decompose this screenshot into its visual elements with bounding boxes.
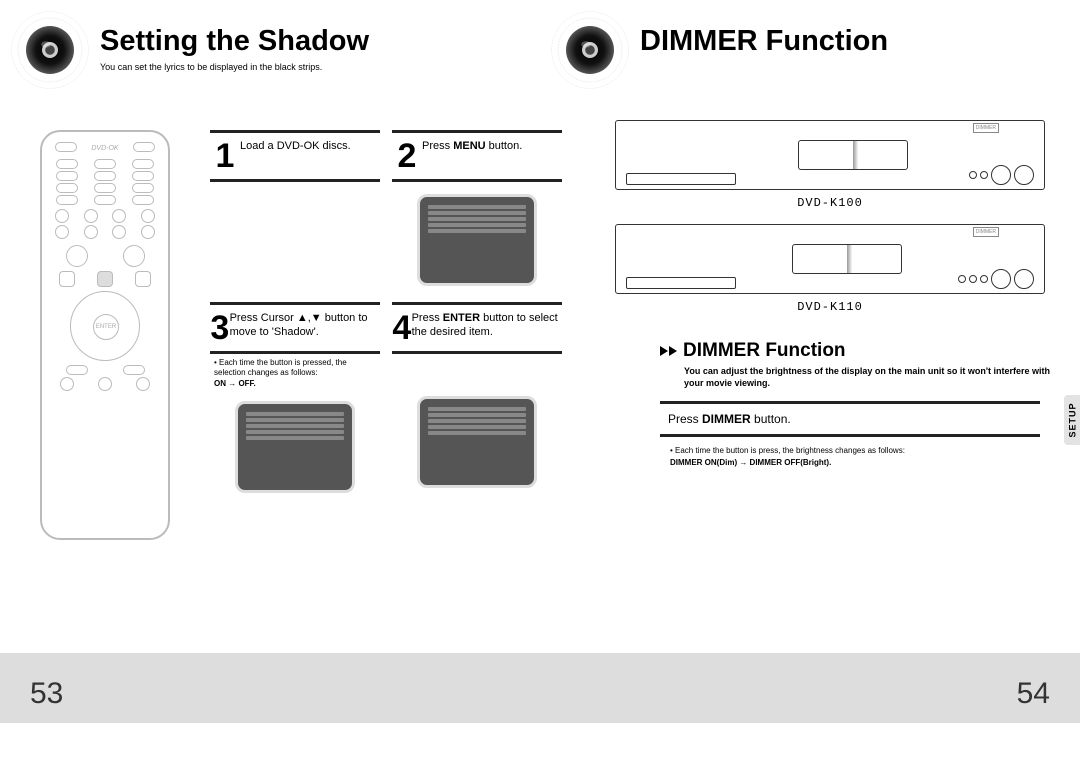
step-2: 2 Press MENU button. bbox=[392, 130, 562, 292]
right-body: DIMMER DVD-K100 DIMMER DVD-K110 DIMMER F… bbox=[540, 100, 1080, 640]
instruction-box: Press DIMMER button. bbox=[660, 401, 1040, 437]
page-right: DIMMER Function DIMMER DVD-K100 DIMMER D… bbox=[540, 0, 1080, 763]
section-title: DIMMER Function bbox=[683, 340, 846, 362]
side-tab: SETUP bbox=[1064, 395, 1080, 445]
step-number: 3 bbox=[210, 309, 230, 345]
page-number-left: 53 bbox=[30, 677, 63, 711]
step-3: 3 Press Cursor ▲,▼ button to move to 'Sh… bbox=[210, 302, 380, 499]
steps-grid: 1 Load a DVD-OK discs. 2 Press MENU butt… bbox=[210, 100, 540, 499]
model-label-k110: DVD-K110 bbox=[600, 300, 1060, 314]
page-number-right: 54 bbox=[1017, 677, 1050, 711]
player-k110: DIMMER bbox=[615, 224, 1045, 294]
step-4: 4 Press ENTER button to select the desir… bbox=[392, 302, 562, 499]
page-subtitle-left: You can set the lyrics to be displayed i… bbox=[100, 62, 540, 72]
dimmer-button-label: DIMMER bbox=[973, 227, 999, 237]
step-number: 4 bbox=[392, 309, 412, 345]
speaker-icon bbox=[550, 10, 630, 90]
player-k100: DIMMER bbox=[615, 120, 1045, 190]
section-description: You can adjust the brightness of the dis… bbox=[684, 366, 1060, 389]
page-left: Setting the Shadow You can set the lyric… bbox=[0, 0, 540, 763]
screenshot-thumbnail bbox=[417, 396, 537, 488]
screenshot-thumbnail bbox=[417, 194, 537, 286]
page-title-right: DIMMER Function bbox=[640, 25, 1080, 58]
header-left: Setting the Shadow You can set the lyric… bbox=[0, 0, 540, 100]
remote-control: DVD-OK ENTER bbox=[40, 130, 170, 540]
side-tab-label: SETUP bbox=[1067, 402, 1077, 437]
dimmer-section: DIMMER Function You can adjust the brigh… bbox=[660, 340, 1060, 468]
step-1: 1 Load a DVD-OK discs. bbox=[210, 130, 380, 292]
step-text: Load a DVD-OK discs. bbox=[240, 137, 351, 173]
screenshot-thumbnail bbox=[235, 401, 355, 493]
instruction-note: • Each time the button is press, the bri… bbox=[670, 445, 1060, 467]
step-3-note: • Each time the button is pressed, the s… bbox=[210, 354, 380, 389]
double-arrow-icon bbox=[660, 346, 677, 356]
speaker-icon bbox=[10, 10, 90, 90]
model-label-k100: DVD-K100 bbox=[600, 196, 1060, 210]
step-number: 2 bbox=[392, 137, 422, 173]
page-title-left: Setting the Shadow bbox=[100, 25, 540, 58]
step-number: 1 bbox=[210, 137, 240, 173]
header-right: DIMMER Function bbox=[540, 0, 1080, 100]
step-text: Press Cursor ▲,▼ button to move to 'Shad… bbox=[230, 309, 380, 345]
dimmer-button-label: DIMMER bbox=[973, 123, 999, 133]
footer-bar bbox=[0, 653, 1080, 723]
left-body: DVD-OK ENTER 1 Load a DVD-OK discs. bbox=[0, 100, 540, 640]
step-text: Press MENU button. bbox=[422, 137, 522, 173]
